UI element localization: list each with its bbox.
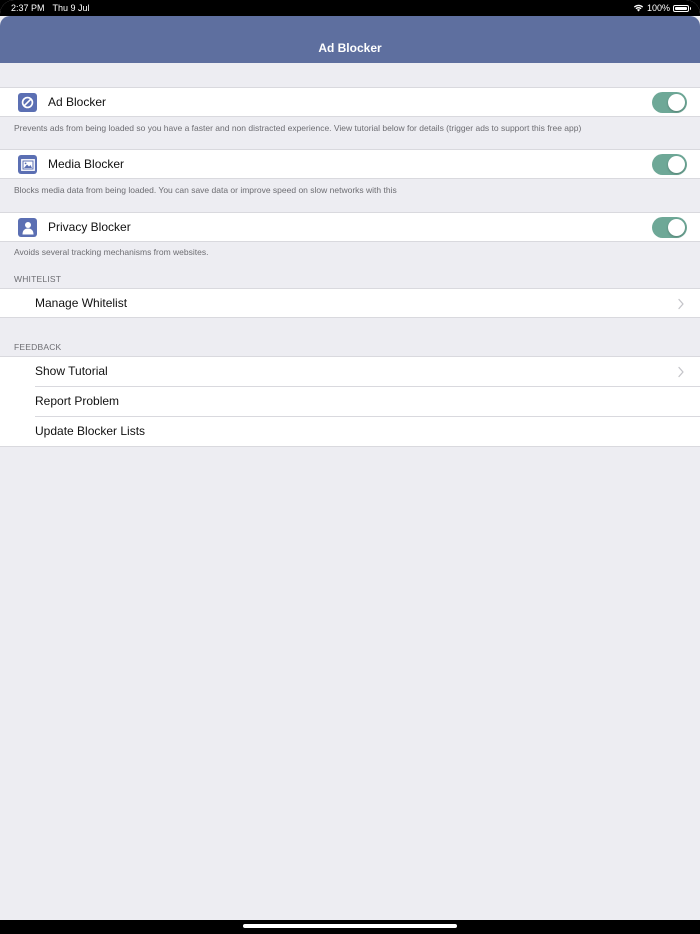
- image-icon: [18, 155, 37, 174]
- wifi-icon: [633, 4, 644, 12]
- media-blocker-label: Media Blocker: [48, 157, 125, 171]
- chevron-right-icon: [678, 366, 684, 378]
- chevron-right-icon: [678, 298, 684, 310]
- toggle-knob: [668, 94, 685, 111]
- privacy-blocker-toggle[interactable]: [652, 217, 687, 238]
- ad-blocker-toggle[interactable]: [652, 92, 687, 113]
- status-time: 2:37 PM: [11, 3, 45, 13]
- status-date: Thu 9 Jul: [52, 3, 90, 13]
- home-bar: [0, 920, 700, 934]
- privacy-blocker-label: Privacy Blocker: [48, 220, 131, 234]
- ad-blocker-description: Prevents ads from being loaded so you ha…: [14, 123, 582, 133]
- media-blocker-row: Media Blocker: [0, 149, 700, 179]
- page-title: Ad Blocker: [318, 41, 382, 55]
- privacy-blocker-description: Avoids several tracking mechanisms from …: [14, 247, 209, 257]
- ad-blocker-icon: [18, 93, 37, 112]
- update-blocker-lists-row[interactable]: Update Blocker Lists: [0, 417, 700, 447]
- whitelist-section-header: WHITELIST: [14, 274, 62, 284]
- feedback-group: Show Tutorial Report Problem Update Bloc…: [0, 356, 700, 447]
- ad-blocker-label: Ad Blocker: [48, 95, 107, 109]
- privacy-blocker-row: Privacy Blocker: [0, 212, 700, 242]
- status-time-date: 2:37 PM Thu 9 Jul: [11, 0, 90, 16]
- status-bar: 2:37 PM Thu 9 Jul 100%: [0, 0, 700, 16]
- app-screen: 2:37 PM Thu 9 Jul 100% Ad Blocker Ad Bloc…: [0, 0, 700, 934]
- status-indicators: 100%: [633, 0, 691, 16]
- home-indicator[interactable]: [243, 924, 457, 928]
- toggle-knob: [668, 219, 685, 236]
- person-icon: [18, 218, 37, 237]
- report-problem-row[interactable]: Report Problem: [0, 387, 700, 417]
- media-blocker-description: Blocks media data from being loaded. You…: [14, 185, 397, 195]
- report-problem-label: Report Problem: [35, 394, 120, 408]
- battery-icon: [673, 4, 691, 12]
- manage-whitelist-row[interactable]: Manage Whitelist: [0, 288, 700, 318]
- show-tutorial-label: Show Tutorial: [35, 364, 108, 378]
- battery-percent: 100%: [646, 3, 670, 13]
- ad-blocker-row: Ad Blocker: [0, 87, 700, 117]
- show-tutorial-row[interactable]: Show Tutorial: [0, 357, 700, 387]
- feedback-section-header: FEEDBACK: [14, 342, 62, 352]
- navigation-bar: Ad Blocker: [0, 16, 700, 63]
- media-blocker-toggle[interactable]: [652, 154, 687, 175]
- update-blocker-lists-label: Update Blocker Lists: [35, 424, 146, 438]
- manage-whitelist-label: Manage Whitelist: [35, 296, 128, 310]
- toggle-knob: [668, 156, 685, 173]
